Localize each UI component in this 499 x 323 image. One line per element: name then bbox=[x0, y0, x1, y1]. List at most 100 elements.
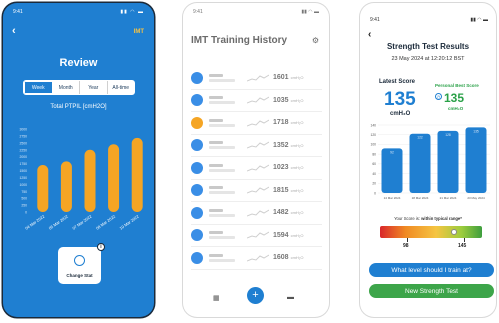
status-time: 9:41 bbox=[13, 9, 23, 15]
history-row[interactable]: 1608 cmH₂O bbox=[191, 247, 322, 270]
bar[interactable] bbox=[465, 127, 487, 193]
y-tick-label: 40 bbox=[372, 172, 376, 176]
new-strength-test-button[interactable]: New Strength Test bbox=[369, 284, 494, 298]
session-unit: cmH₂O bbox=[290, 165, 304, 171]
range-high-label: 145 bbox=[458, 243, 467, 249]
segment-month[interactable]: Month bbox=[53, 81, 80, 94]
period-segmented-control: Week Month Year All-time bbox=[23, 80, 135, 95]
session-value: 1718 bbox=[273, 119, 289, 127]
y-tick-label: 0 bbox=[374, 191, 376, 195]
y-tick-label: 0 bbox=[25, 211, 27, 215]
segment-year[interactable]: Year bbox=[80, 81, 108, 94]
y-tick-label: 120 bbox=[370, 133, 376, 137]
bar[interactable] bbox=[381, 148, 403, 193]
y-tick-label: 1250 bbox=[19, 176, 27, 180]
session-type-icon bbox=[191, 116, 203, 129]
session-unit: cmH₂O bbox=[290, 232, 304, 238]
y-tick-label: 3000 bbox=[19, 128, 27, 132]
test-date: 23 May 2024 at 12:20:12 BST bbox=[391, 56, 465, 62]
history-row[interactable]: 1352 cmH₂O bbox=[191, 135, 322, 157]
session-unit: cmH₂O bbox=[290, 255, 304, 261]
sparkline bbox=[247, 164, 269, 172]
session-value: 1601 bbox=[273, 74, 289, 82]
back-chevron-icon[interactable]: ‹ bbox=[368, 29, 371, 40]
session-unit: cmH₂O bbox=[290, 75, 304, 81]
segment-week[interactable]: Week bbox=[24, 81, 53, 94]
session-meta bbox=[209, 118, 243, 127]
sparkline bbox=[247, 74, 269, 82]
change-stat-button[interactable]: Change Stat i bbox=[58, 243, 105, 284]
status-time: 9:41 bbox=[370, 17, 380, 23]
review-screen: 9:41 ▮▮ ◠ ▬ ‹ IMT Review Week Month Year… bbox=[3, 3, 154, 317]
grid-icon[interactable]: ▦ bbox=[213, 294, 220, 302]
bar[interactable] bbox=[60, 161, 72, 212]
status-time: 9:41 bbox=[193, 9, 203, 15]
history-row[interactable]: 1023 cmH₂O bbox=[191, 157, 322, 180]
segment-all-time[interactable]: All-time bbox=[108, 81, 135, 94]
latest-score-unit: cmH₂O bbox=[390, 111, 411, 117]
y-tick-label: 20 bbox=[372, 182, 376, 186]
bar[interactable] bbox=[84, 149, 96, 212]
history-row[interactable]: 1601 cmH₂O bbox=[191, 67, 322, 90]
page-title: Strength Test Results bbox=[386, 42, 470, 51]
bar[interactable] bbox=[437, 130, 459, 193]
bar[interactable] bbox=[409, 133, 431, 193]
latest-score-value: 135 bbox=[384, 89, 416, 110]
sparkline bbox=[247, 141, 269, 149]
strength-bar-chart: 0 20 40 60 80 100 120 140 92 14 Mar 2024 122 18 Mar… bbox=[370, 123, 490, 200]
history-row[interactable]: 1035 cmH₂O bbox=[191, 90, 322, 112]
bar[interactable] bbox=[131, 137, 143, 212]
history-row[interactable]: 1815 cmH₂O bbox=[191, 180, 322, 202]
history-row[interactable]: 1482 cmH₂O bbox=[191, 202, 322, 225]
session-value: 1815 bbox=[273, 186, 289, 194]
personal-best-unit: cmH₂O bbox=[448, 106, 464, 111]
range-note-status: within typical range* bbox=[421, 216, 462, 221]
session-unit: cmH₂O bbox=[290, 210, 304, 216]
session-meta bbox=[209, 253, 243, 262]
info-icon[interactable]: i bbox=[97, 243, 105, 251]
y-tick-label: 140 bbox=[370, 123, 376, 127]
personal-best-value: 135 bbox=[444, 91, 465, 105]
y-tick-label: 500 bbox=[21, 197, 27, 201]
add-button[interactable]: + bbox=[247, 287, 264, 304]
y-tick-label: 80 bbox=[372, 152, 376, 156]
bar-value-label: 135 bbox=[473, 129, 479, 133]
session-type-icon bbox=[191, 251, 203, 264]
history-row[interactable]: 1718 cmH₂O bbox=[191, 112, 322, 135]
session-type-icon bbox=[191, 161, 203, 174]
session-type-icon bbox=[191, 139, 203, 152]
page-title: IMT Training History bbox=[191, 35, 288, 46]
sparkline bbox=[247, 209, 269, 217]
session-type-icon bbox=[191, 71, 203, 84]
y-tick-label: 100 bbox=[370, 143, 376, 147]
status-icons: ▮▮ ◠ ▬ bbox=[301, 9, 319, 15]
range-low-tick bbox=[407, 238, 408, 242]
archive-icon[interactable]: ▬ bbox=[287, 294, 294, 301]
range-high-tick bbox=[464, 238, 465, 242]
bar-value-label: 122 bbox=[417, 136, 423, 140]
sparkline bbox=[247, 231, 269, 239]
session-meta bbox=[209, 73, 243, 82]
y-tick-label: 750 bbox=[21, 190, 27, 194]
y-tick-label: 1000 bbox=[19, 183, 27, 187]
session-unit: cmH₂O bbox=[290, 187, 304, 193]
y-tick-label: 2250 bbox=[19, 148, 27, 152]
range-low-label: 98 bbox=[403, 243, 409, 249]
session-value: 1023 bbox=[273, 164, 289, 172]
session-type-icon bbox=[191, 229, 203, 242]
range-note-prefix: Your Score is: bbox=[394, 216, 422, 221]
clock-icon: ◷ bbox=[435, 93, 442, 100]
back-chevron-icon[interactable]: ‹ bbox=[12, 25, 16, 37]
chart-title: Total PTPIL [cmH2O] bbox=[50, 104, 107, 110]
bar[interactable] bbox=[37, 164, 49, 212]
bar-value-label: 92 bbox=[390, 150, 394, 154]
train-level-button[interactable]: What level should I train at? bbox=[369, 263, 494, 277]
session-value: 1482 bbox=[273, 209, 289, 217]
session-unit: cmH₂O bbox=[290, 142, 304, 148]
typical-range-gauge bbox=[380, 226, 482, 238]
x-tick-label: 04 Mar 2022 bbox=[24, 213, 46, 230]
bar[interactable] bbox=[108, 144, 120, 212]
gear-icon[interactable]: ⚙ bbox=[312, 36, 319, 45]
x-tick-label: 18 Mar 2024 bbox=[412, 196, 429, 200]
history-row[interactable]: 1594 cmH₂O bbox=[191, 225, 322, 247]
